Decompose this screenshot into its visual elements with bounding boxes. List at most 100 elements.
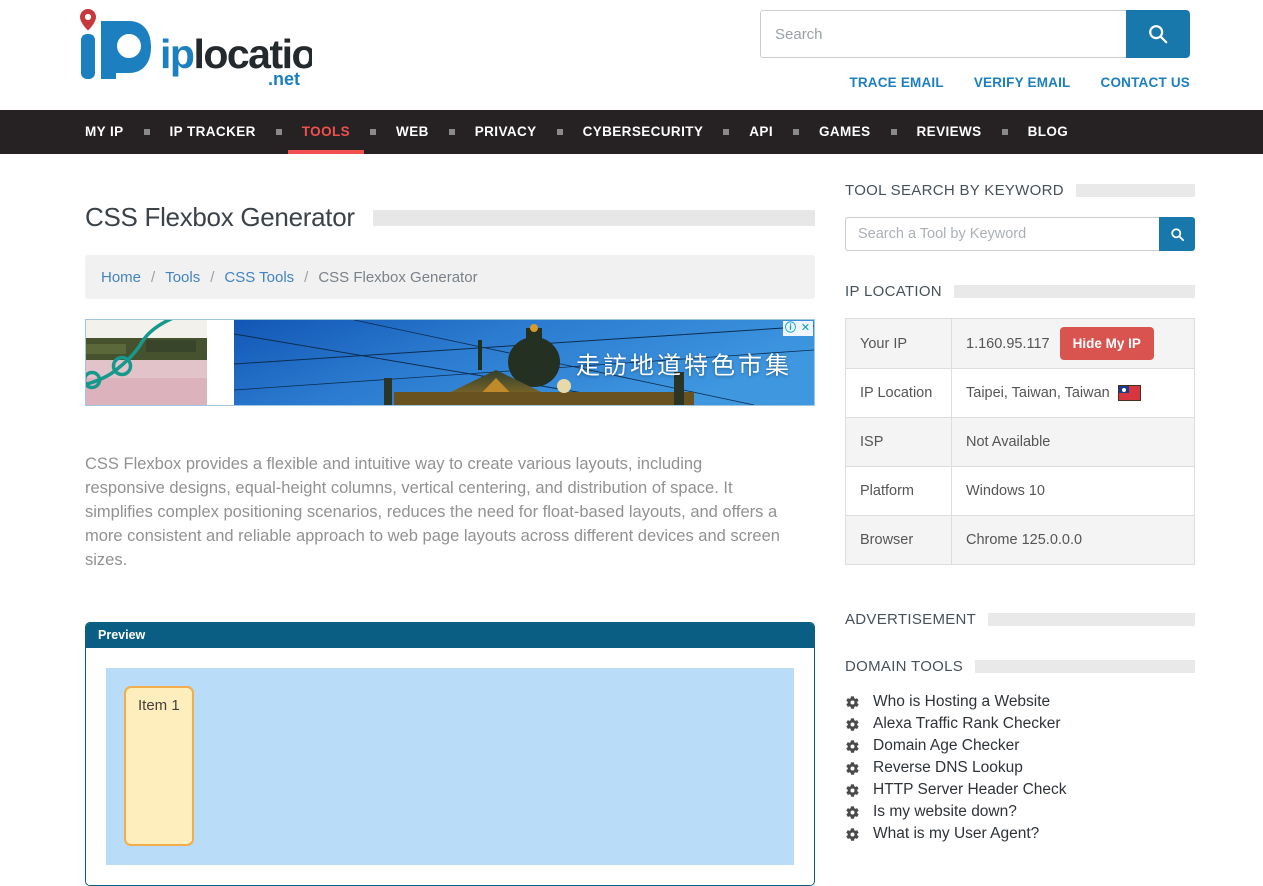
search-icon <box>1147 23 1169 45</box>
nav-separator <box>793 129 799 135</box>
ip-row-label: Your IP <box>846 319 952 368</box>
domain-tool-label: Reverse DNS Lookup <box>873 759 1023 777</box>
main-nav: MY IP IP TRACKER TOOLS WEB PRIVACY CYBER… <box>0 110 1263 154</box>
nav-item-web[interactable]: WEB <box>396 110 429 154</box>
heading-decoration-bar <box>975 660 1195 673</box>
breadcrumb-separator: / <box>304 269 308 286</box>
domain-tool-link-reverse-dns[interactable]: Reverse DNS Lookup <box>845 757 1195 779</box>
sidebar: TOOL SEARCH BY KEYWORD IP LOCATION Your … <box>845 154 1195 845</box>
flex-preview-item-1: Item 1 <box>124 686 194 846</box>
nav-item-api[interactable]: API <box>749 110 773 154</box>
breadcrumb-separator: / <box>210 269 214 286</box>
domain-tool-link-hosting[interactable]: Who is Hosting a Website <box>845 691 1195 713</box>
gear-icon <box>845 783 860 798</box>
nav-separator <box>723 129 729 135</box>
ad-info-icon[interactable]: ⓘ <box>783 321 798 336</box>
nav-separator <box>276 129 282 135</box>
your-ip-value: 1.160.95.117 <box>966 336 1050 352</box>
nav-item-games[interactable]: GAMES <box>819 110 871 154</box>
site-search-form <box>760 10 1190 58</box>
contact-us-link[interactable]: CONTACT US <box>1101 75 1191 90</box>
preview-panel-body: Item 1 <box>86 648 814 885</box>
domain-tool-label: Alexa Traffic Rank Checker <box>873 715 1061 733</box>
nav-item-my-ip[interactable]: MY IP <box>85 110 124 154</box>
table-row: Browser Chrome 125.0.0.0 <box>846 515 1194 564</box>
nav-separator <box>1002 129 1008 135</box>
gear-icon <box>845 717 860 732</box>
breadcrumb: Home / Tools / CSS Tools / CSS Flexbox G… <box>85 255 815 299</box>
ad-close-icon[interactable]: ✕ <box>798 321 813 336</box>
heading-decoration-bar <box>988 613 1195 626</box>
ip-row-value: 1.160.95.117 Hide My IP <box>952 319 1194 368</box>
ad-left-image[interactable] <box>86 320 207 405</box>
tool-search-heading-label: TOOL SEARCH BY KEYWORD <box>845 182 1064 199</box>
ip-row-label: Platform <box>846 467 952 515</box>
gear-icon <box>845 739 860 754</box>
site-search-button[interactable] <box>1126 10 1190 58</box>
header-links: TRACE EMAIL VERIFY EMAIL CONTACT US <box>760 75 1190 90</box>
breadcrumb-home-link[interactable]: Home <box>101 269 141 286</box>
domain-tool-link-website-down[interactable]: Is my website down? <box>845 801 1195 823</box>
search-icon <box>1170 227 1185 242</box>
table-row: IP Location Taipei, Taiwan, Taiwan <box>846 368 1194 417</box>
title-decoration-bar <box>373 210 815 226</box>
domain-tool-label: What is my User Agent? <box>873 825 1039 843</box>
ad-banner[interactable]: 走訪地道特色市集 ⓘ ✕ <box>85 319 815 406</box>
trace-email-link[interactable]: TRACE EMAIL <box>849 75 943 90</box>
nav-item-blog[interactable]: BLOG <box>1028 110 1069 154</box>
tool-search-input[interactable] <box>845 217 1159 251</box>
tool-search-form <box>845 217 1195 251</box>
preview-panel: Preview Item 1 <box>85 622 815 886</box>
nav-item-tools[interactable]: TOOLS <box>302 110 350 154</box>
browser-value: Chrome 125.0.0.0 <box>952 516 1194 564</box>
domain-tool-label: HTTP Server Header Check <box>873 781 1067 799</box>
table-row: Your IP 1.160.95.117 Hide My IP <box>846 319 1194 368</box>
breadcrumb-css-tools-link[interactable]: CSS Tools <box>224 269 294 286</box>
taiwan-flag-icon <box>1119 386 1140 400</box>
logo-graphic: iplocation .net <box>72 6 312 90</box>
platform-value: Windows 10 <box>952 467 1194 515</box>
table-row: ISP Not Available <box>846 417 1194 466</box>
ad-creative[interactable]: 走訪地道特色市集 ⓘ ✕ <box>234 320 814 405</box>
nav-separator <box>557 129 563 135</box>
tool-description: CSS Flexbox provides a flexible and intu… <box>85 452 785 572</box>
ip-row-label: Browser <box>846 516 952 564</box>
site-search-input[interactable] <box>760 10 1126 58</box>
page-title: CSS Flexbox Generator <box>85 202 355 233</box>
domain-tool-link-domain-age[interactable]: Domain Age Checker <box>845 735 1195 757</box>
gear-icon <box>845 805 860 820</box>
nav-item-ip-tracker[interactable]: IP TRACKER <box>170 110 256 154</box>
nav-separator <box>144 129 150 135</box>
logo-text-tld: .net <box>268 69 300 89</box>
hide-my-ip-button[interactable]: Hide My IP <box>1060 327 1154 360</box>
nav-separator <box>449 129 455 135</box>
isp-value: Not Available <box>952 418 1194 466</box>
table-row: Platform Windows 10 <box>846 466 1194 515</box>
advertisement-heading: ADVERTISEMENT <box>845 611 1195 628</box>
ad-gap <box>207 320 234 405</box>
advertisement-heading-label: ADVERTISEMENT <box>845 611 976 628</box>
tool-search-button[interactable] <box>1159 217 1195 251</box>
nav-item-cybersecurity[interactable]: CYBERSECURITY <box>583 110 704 154</box>
breadcrumb-separator: / <box>151 269 155 286</box>
breadcrumb-tools-link[interactable]: Tools <box>165 269 200 286</box>
site-header: iplocation .net TRACE EMAIL VERIFY EMAIL… <box>0 0 1263 110</box>
domain-tool-link-user-agent[interactable]: What is my User Agent? <box>845 823 1195 845</box>
ip-location-heading-label: IP LOCATION <box>845 283 942 300</box>
domain-tool-label: Is my website down? <box>873 803 1017 821</box>
gear-icon <box>845 761 860 776</box>
site-logo[interactable]: iplocation .net <box>72 6 312 95</box>
header-right: TRACE EMAIL VERIFY EMAIL CONTACT US <box>760 10 1190 90</box>
nav-item-reviews[interactable]: REVIEWS <box>917 110 982 154</box>
heading-decoration-bar <box>954 285 1195 298</box>
domain-tool-link-http-header[interactable]: HTTP Server Header Check <box>845 779 1195 801</box>
domain-tool-link-alexa[interactable]: Alexa Traffic Rank Checker <box>845 713 1195 735</box>
nav-item-privacy[interactable]: PRIVACY <box>475 110 537 154</box>
ip-row-label: IP Location <box>846 369 952 417</box>
ip-row-value: Taipei, Taiwan, Taiwan <box>952 369 1194 417</box>
heading-decoration-bar <box>1076 184 1195 197</box>
domain-tools-heading-label: DOMAIN TOOLS <box>845 658 963 675</box>
breadcrumb-current: CSS Flexbox Generator <box>318 269 477 286</box>
verify-email-link[interactable]: VERIFY EMAIL <box>974 75 1071 90</box>
ip-location-heading: IP LOCATION <box>845 283 1195 300</box>
